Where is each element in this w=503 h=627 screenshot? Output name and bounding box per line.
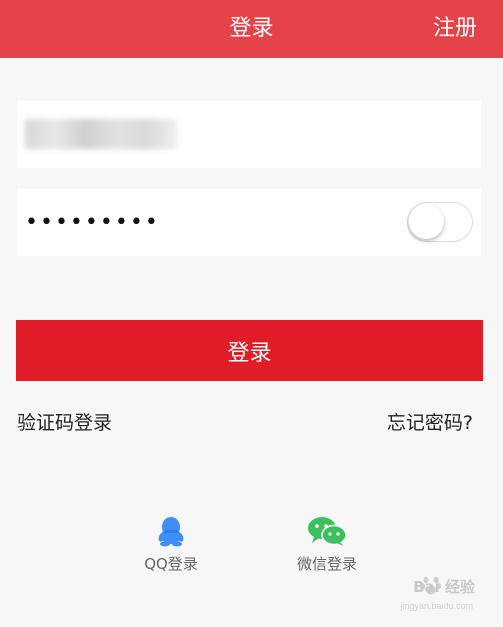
username-input[interactable] <box>25 101 405 168</box>
baidu-watermark: Bai 经验 <box>413 578 475 596</box>
login-button[interactable]: 登录 <box>16 320 483 381</box>
baidu-watermark-url: jingyan.baidu.com <box>400 601 473 611</box>
qq-login-label: QQ登录 <box>144 555 198 573</box>
top-bar: 登录 注册 <box>0 0 503 58</box>
qq-penguin-icon <box>158 517 184 547</box>
register-button[interactable]: 注册 <box>433 0 477 58</box>
wechat-login-button[interactable]: 微信登录 <box>272 515 382 574</box>
wechat-icon <box>308 517 347 546</box>
toggle-knob <box>409 204 444 239</box>
page-title: 登录 <box>229 16 274 41</box>
qq-login-button[interactable]: QQ登录 <box>116 515 226 574</box>
forgot-password-link[interactable]: 忘记密码? <box>387 408 473 435</box>
password-input[interactable]: ••••••••• <box>25 189 385 256</box>
sms-login-link[interactable]: 验证码登录 <box>17 408 112 435</box>
wechat-login-label: 微信登录 <box>296 555 357 573</box>
password-field[interactable]: ••••••••• <box>17 189 481 256</box>
show-password-toggle[interactable] <box>407 202 473 242</box>
username-field[interactable] <box>17 101 481 168</box>
